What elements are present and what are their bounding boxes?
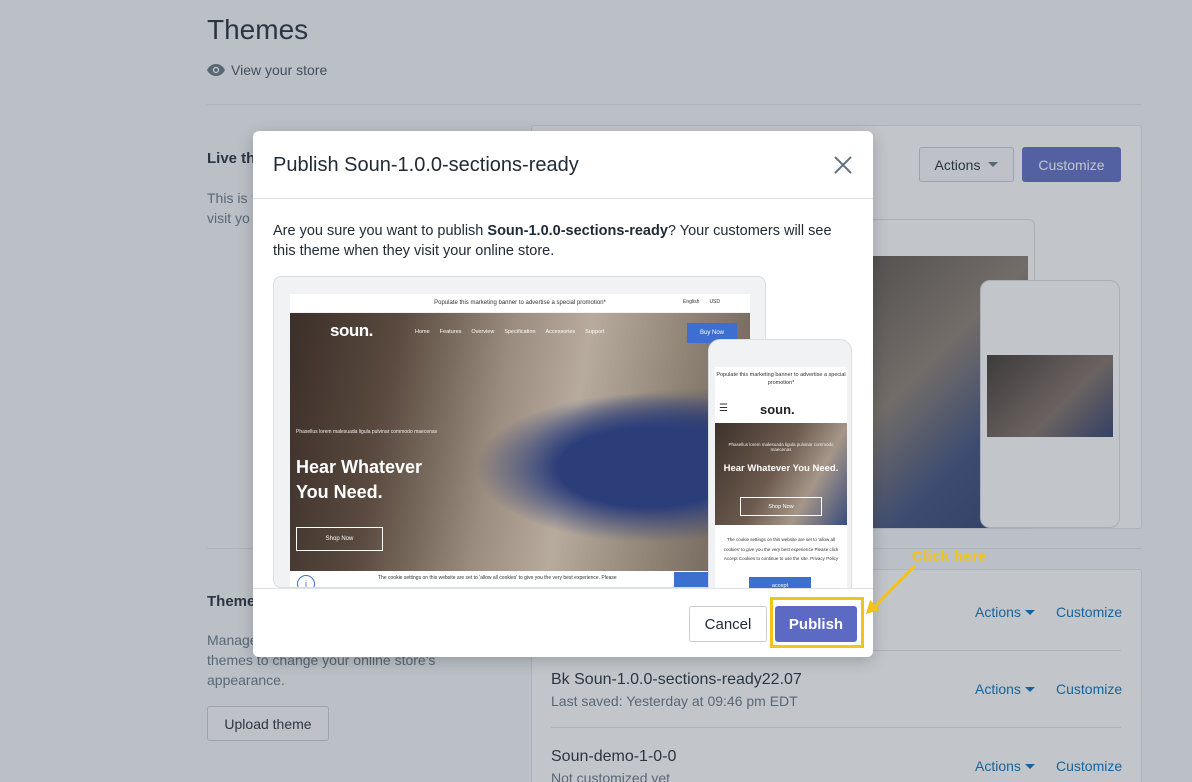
- publish-modal: Publish Soun-1.0.0-sections-ready Are yo…: [253, 131, 873, 657]
- phone-headline: Hear Whatever You Need.: [723, 463, 839, 474]
- phone-screen: Populate this marketing banner to advert…: [715, 367, 847, 598]
- theme-desktop-preview: Populate this marketing banner to advert…: [273, 276, 766, 588]
- phone-shop-now: Shop Now: [740, 497, 822, 516]
- modal-header: Publish Soun-1.0.0-sections-ready: [253, 131, 873, 199]
- info-icon: i: [297, 575, 315, 587]
- phone-hero-image: Phasellus lorem malesuada ligula pulvina…: [715, 423, 847, 525]
- publish-highlight: [770, 597, 864, 648]
- message-theme-name: Soun-1.0.0-sections-ready: [487, 223, 668, 239]
- preview-banner: Populate this marketing banner to advert…: [290, 294, 750, 312]
- preview-shop-now: Shop Now: [296, 527, 383, 551]
- modal-message: Are you sure you want to publish Soun-1.…: [273, 221, 853, 261]
- phone-banner: Populate this marketing banner to advert…: [716, 372, 846, 386]
- preview-hero-image: soun. Home Features Overview Specificati…: [290, 313, 750, 571]
- preview-nav-item: Specification: [504, 329, 536, 335]
- preview-nav-item: Support: [585, 329, 605, 335]
- preview-locale: English USD: [683, 299, 720, 305]
- modal-title: Publish Soun-1.0.0-sections-ready: [273, 154, 579, 176]
- preview-nav-item: Features: [439, 329, 462, 335]
- preview-logo: soun.: [330, 321, 373, 340]
- preview-banner-text: Populate this marketing banner to advert…: [434, 300, 606, 306]
- phone-small-text: Phasellus lorem malesuada ligula pulvina…: [728, 442, 834, 452]
- preview-small-text: Phasellus lorem malesuada ligula pulvina…: [296, 429, 438, 435]
- message-prefix: Are you sure you want to publish: [273, 223, 488, 239]
- arrow-icon: [866, 564, 917, 614]
- preview-nav-item: Accessories: [545, 329, 576, 335]
- cancel-button[interactable]: Cancel: [689, 606, 767, 642]
- preview-cookie-text: The cookie settings on this website are …: [378, 575, 617, 581]
- preview-nav-item: Overview: [471, 329, 495, 335]
- hamburger-icon: ☰: [719, 403, 728, 414]
- phone-logo: soun.: [760, 402, 795, 417]
- headline-line-2: You Need.: [296, 482, 383, 502]
- preview-nav-item: Home: [415, 329, 430, 335]
- preview-nav: Home Features Overview Specification Acc…: [415, 329, 604, 335]
- theme-phone-preview: Populate this marketing banner to advert…: [708, 339, 852, 599]
- preview-headline: Hear Whatever You Need.: [296, 455, 422, 505]
- close-icon[interactable]: [831, 153, 855, 177]
- preview-language: English: [683, 299, 700, 305]
- headline-line-1: Hear Whatever: [296, 457, 423, 477]
- preview-currency: USD: [709, 299, 720, 305]
- preview-cookie-bar: i The cookie settings on this website ar…: [290, 571, 750, 587]
- phone-cookie-text: The cookie settings on this website are …: [723, 537, 839, 561]
